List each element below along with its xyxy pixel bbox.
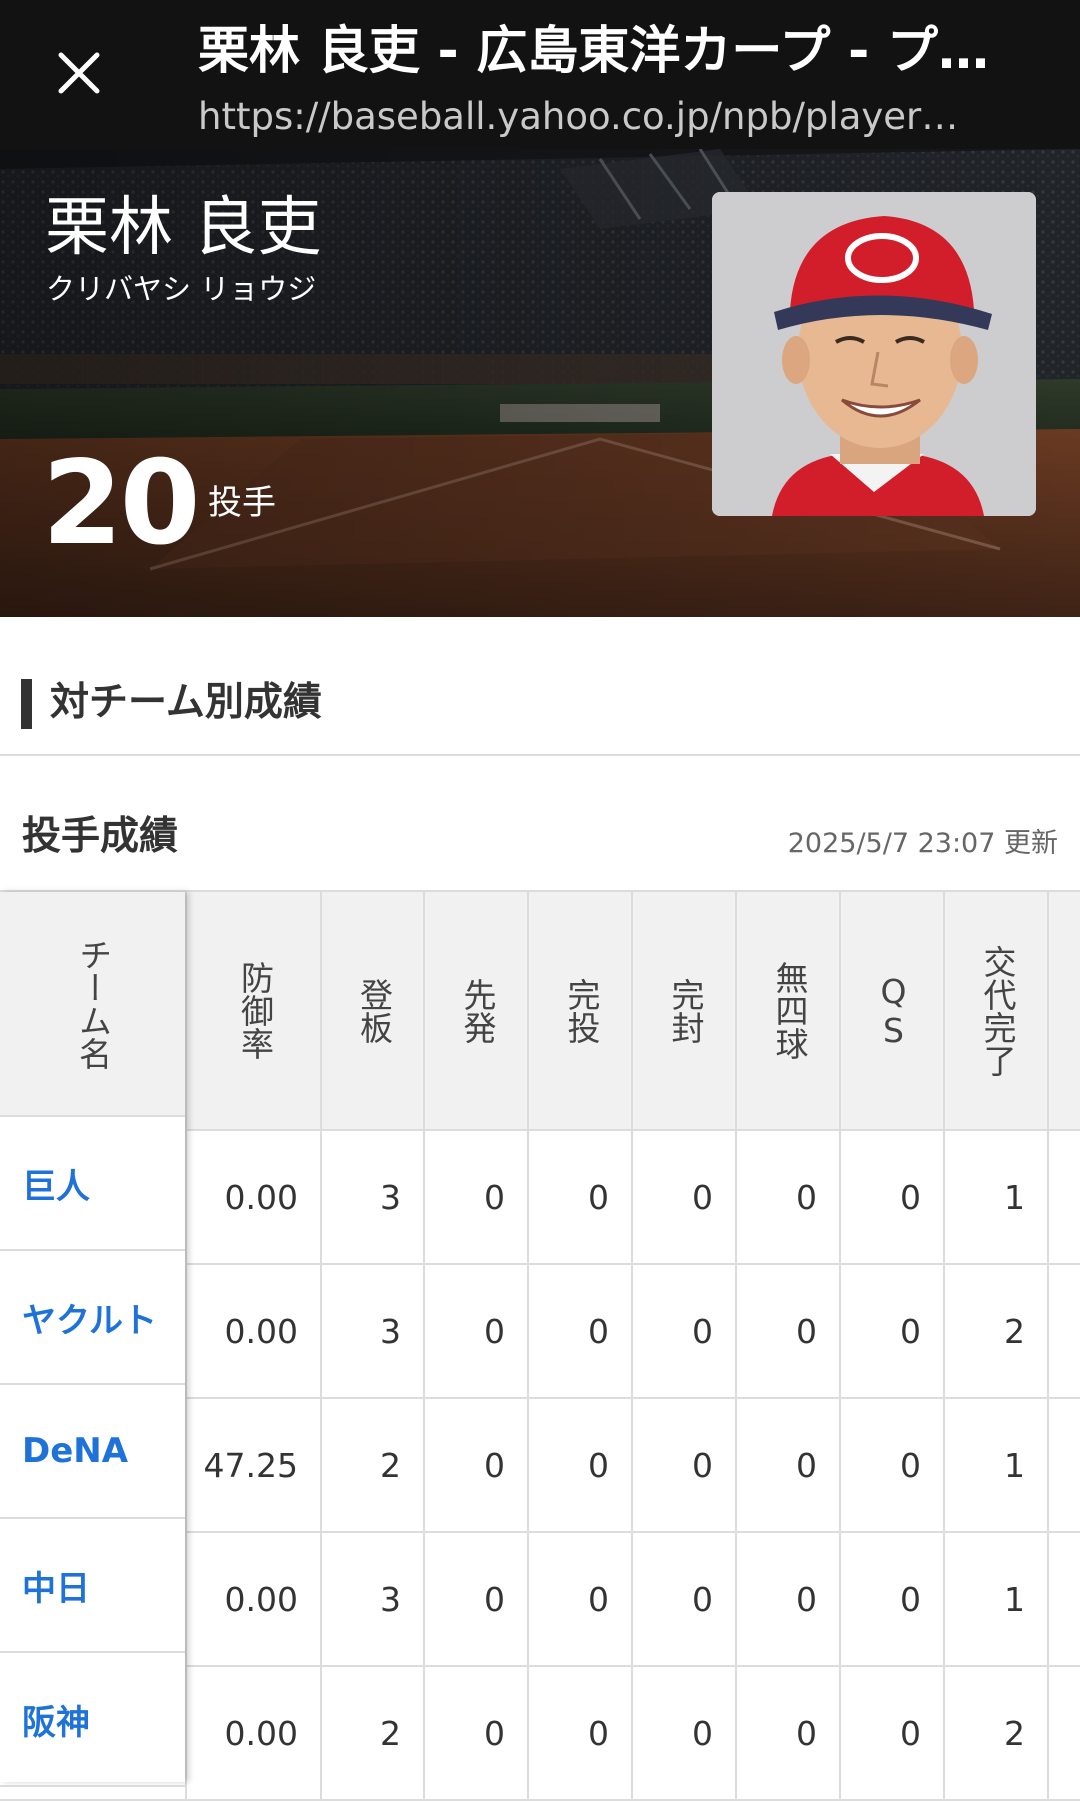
table-cell: 2 xyxy=(320,1667,423,1799)
team-row: ヤクルト xyxy=(0,1251,185,1385)
column-header-complete-games: 完投 xyxy=(527,892,633,1129)
table-cell: 0 xyxy=(735,1399,839,1531)
table-cell: 0 xyxy=(839,1265,943,1397)
column-header-overflow xyxy=(1047,892,1080,1129)
table-cell: 0 xyxy=(631,1265,735,1397)
table-cell: 1 xyxy=(943,1131,1047,1263)
table-cell-overflow xyxy=(1047,1131,1080,1263)
table-cell: 0 xyxy=(839,1533,943,1665)
player-photo xyxy=(712,192,1036,516)
column-header-no-walks: 無四球 xyxy=(735,892,841,1129)
column-header-qs: QS xyxy=(839,892,945,1129)
player-portrait-image xyxy=(712,192,1036,516)
pitching-title: 投手成績 xyxy=(22,814,179,859)
table-cell: 2 xyxy=(943,1667,1047,1799)
table-cell: 0 xyxy=(423,1399,527,1531)
table-cell: 0.00 xyxy=(185,1131,320,1263)
table-cell-overflow xyxy=(1047,1533,1080,1665)
player-hero: 栗林 良吏 クリバヤシ リョウジ 20 投手 xyxy=(0,149,1080,617)
table-cell: 1 xyxy=(943,1399,1047,1531)
team-column: チーム名 巨人ヤクルト DeNA 中日阪神 xyxy=(0,892,185,1787)
pitching-stats-table[interactable]: 防御率 登板 先発 完投 完封 無四球 QS 交代完了 0.00 3 0 0 0 0 0 1 0… xyxy=(0,890,1080,1801)
close-icon xyxy=(58,52,100,94)
close-button[interactable] xyxy=(38,32,120,114)
column-header-team: チーム名 xyxy=(0,892,185,1117)
player-kana: クリバヤシ リョウジ xyxy=(46,272,317,306)
table-cell: 0 xyxy=(735,1667,839,1799)
column-header-shutouts: 完封 xyxy=(631,892,737,1129)
browser-top-bar: 栗林 良吏 - 広島東洋カープ - プ… https://baseball.ya… xyxy=(0,0,1080,149)
table-cell: 0 xyxy=(735,1131,839,1263)
table-cell: 0 xyxy=(631,1399,735,1531)
table-cell: 1 xyxy=(943,1533,1047,1665)
column-header-era: 防御率 xyxy=(185,892,322,1129)
table-cell: 2 xyxy=(943,1265,1047,1397)
section-title: 対チーム別成績 xyxy=(50,680,322,725)
table-cell: 0 xyxy=(527,1399,631,1531)
table-cell: 0 xyxy=(527,1131,631,1263)
table-cell: 0 xyxy=(839,1131,943,1263)
table-cell: 0 xyxy=(423,1265,527,1397)
table-cell: 0 xyxy=(527,1533,631,1665)
table-cell: 0 xyxy=(423,1533,527,1665)
table-cell: 0.00 xyxy=(185,1533,320,1665)
table-cell: 0 xyxy=(527,1667,631,1799)
section-accent-bar xyxy=(21,679,32,729)
table-cell-overflow xyxy=(1047,1667,1080,1799)
table-cell: 0 xyxy=(839,1667,943,1799)
column-header-games: 登板 xyxy=(320,892,425,1129)
table-cell-overflow xyxy=(1047,1265,1080,1397)
team-row: 中日 xyxy=(0,1519,185,1653)
table-cell: 0 xyxy=(527,1265,631,1397)
team-link[interactable]: 巨人 xyxy=(22,1159,90,1208)
table-cell: 0.00 xyxy=(185,1265,320,1397)
team-link[interactable]: 阪神 xyxy=(22,1695,90,1744)
table-cell: 0 xyxy=(631,1667,735,1799)
table-cell: 0 xyxy=(631,1533,735,1665)
table-cell: 0 xyxy=(423,1667,527,1799)
player-position: 投手 xyxy=(208,483,276,523)
table-cell: 0 xyxy=(631,1131,735,1263)
team-row: DeNA xyxy=(0,1385,185,1519)
player-name: 栗林 良吏 xyxy=(45,191,322,265)
team-link[interactable]: ヤクルト xyxy=(22,1293,157,1342)
table-cell: 3 xyxy=(320,1265,423,1397)
updated-timestamp: 2025/5/7 23:07 更新 xyxy=(787,828,1058,859)
table-cell: 3 xyxy=(320,1131,423,1263)
table-cell: 47.25 xyxy=(185,1399,320,1531)
column-header-games-finished: 交代完了 xyxy=(943,892,1049,1129)
table-cell: 0 xyxy=(735,1265,839,1397)
table-cell: 0 xyxy=(839,1399,943,1531)
page-url: https://baseball.yahoo.co.jp/npb/player… xyxy=(198,95,959,138)
section-header: 対チーム別成績 xyxy=(0,617,1080,756)
table-cell: 2 xyxy=(320,1399,423,1531)
table-cell-overflow xyxy=(1047,1399,1080,1531)
page-title: 栗林 良吏 - 広島東洋カープ - プ… xyxy=(198,22,990,81)
uniform-number: 20 xyxy=(42,436,200,571)
table-cell: 0 xyxy=(423,1131,527,1263)
table-cell: 0.00 xyxy=(185,1667,320,1799)
team-link[interactable]: DeNA xyxy=(22,1431,128,1471)
table-cell: 3 xyxy=(320,1533,423,1665)
team-link[interactable]: 中日 xyxy=(22,1561,90,1610)
team-row: 阪神 xyxy=(0,1653,185,1787)
team-row: 巨人 xyxy=(0,1117,185,1251)
table-cell: 0 xyxy=(735,1533,839,1665)
column-header-starts: 先発 xyxy=(423,892,529,1129)
